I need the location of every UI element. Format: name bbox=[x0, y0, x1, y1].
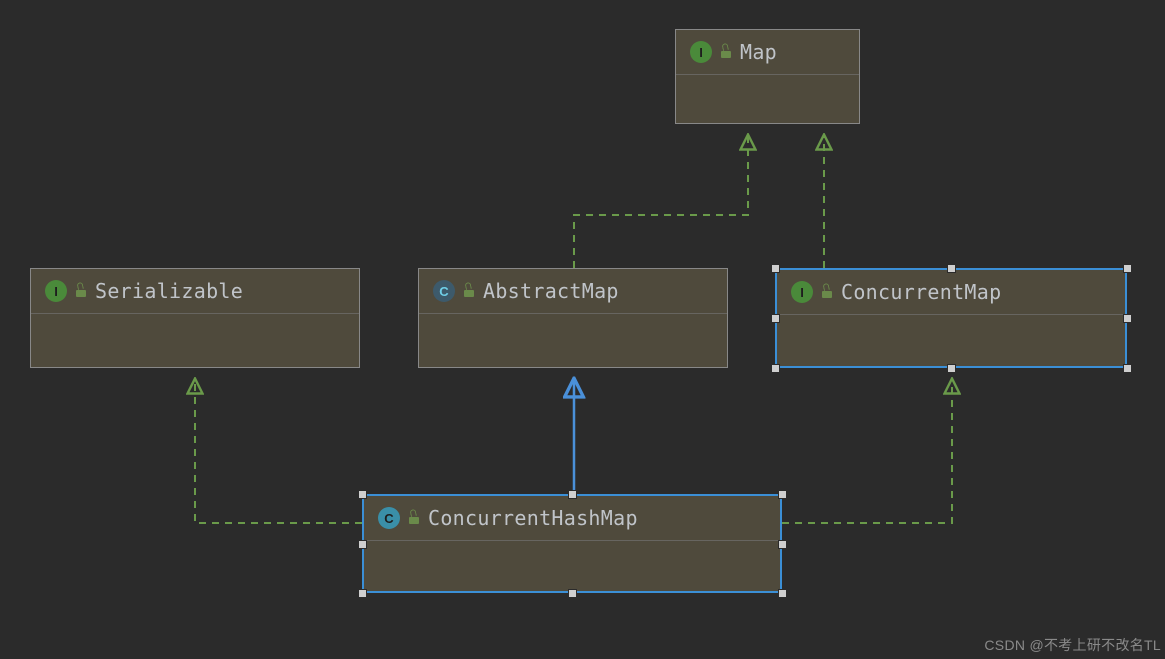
uml-name: ConcurrentHashMap bbox=[428, 506, 638, 530]
uml-box-chm[interactable]: C ConcurrentHashMap bbox=[362, 494, 782, 593]
unlocked-icon bbox=[821, 286, 833, 298]
selection-handle[interactable] bbox=[778, 589, 787, 598]
diagram-canvas[interactable]: I Map I Serializable C AbstractMap I Concurrent… bbox=[0, 0, 1165, 659]
selection-handle[interactable] bbox=[568, 589, 577, 598]
arrow-abstractmap-to-map[interactable] bbox=[574, 136, 748, 268]
uml-box-abstractmap[interactable]: C AbstractMap bbox=[418, 268, 728, 368]
uml-body bbox=[777, 315, 1125, 366]
uml-name: Map bbox=[740, 40, 777, 64]
selection-handle[interactable] bbox=[947, 364, 956, 373]
arrow-chm-to-serializable[interactable] bbox=[195, 380, 362, 523]
unlocked-icon bbox=[463, 285, 475, 297]
selection-handle[interactable] bbox=[771, 364, 780, 373]
uml-header: I Serializable bbox=[31, 269, 359, 314]
uml-body bbox=[31, 314, 359, 367]
interface-badge-icon: I bbox=[45, 280, 67, 302]
uml-body bbox=[419, 314, 727, 367]
unlocked-icon bbox=[720, 46, 732, 58]
uml-box-concurrentmap[interactable]: I ConcurrentMap bbox=[775, 268, 1127, 368]
selection-handle[interactable] bbox=[771, 264, 780, 273]
selection-handle[interactable] bbox=[771, 314, 780, 323]
watermark-text: CSDN @不考上研不改名TL bbox=[984, 635, 1161, 655]
uml-name: AbstractMap bbox=[483, 279, 619, 303]
uml-name: Serializable bbox=[95, 279, 243, 303]
arrow-chm-to-concurrentmap[interactable] bbox=[782, 380, 952, 523]
selection-handle[interactable] bbox=[358, 490, 367, 499]
interface-badge-icon: I bbox=[690, 41, 712, 63]
selection-handle[interactable] bbox=[358, 589, 367, 598]
uml-body bbox=[364, 541, 780, 591]
selection-handle[interactable] bbox=[568, 490, 577, 499]
selection-handle[interactable] bbox=[358, 540, 367, 549]
uml-body bbox=[676, 75, 859, 123]
uml-header: C AbstractMap bbox=[419, 269, 727, 314]
interface-badge-icon: I bbox=[791, 281, 813, 303]
selection-handle[interactable] bbox=[778, 490, 787, 499]
selection-handle[interactable] bbox=[1123, 314, 1132, 323]
uml-header: I ConcurrentMap bbox=[777, 270, 1125, 315]
selection-handle[interactable] bbox=[778, 540, 787, 549]
selection-handle[interactable] bbox=[1123, 364, 1132, 373]
selection-handle[interactable] bbox=[1123, 264, 1132, 273]
unlocked-icon bbox=[408, 512, 420, 524]
uml-box-serializable[interactable]: I Serializable bbox=[30, 268, 360, 368]
uml-box-map[interactable]: I Map bbox=[675, 29, 860, 124]
uml-name: ConcurrentMap bbox=[841, 280, 1001, 304]
uml-header: I Map bbox=[676, 30, 859, 75]
abstract-badge-icon: C bbox=[433, 280, 455, 302]
class-badge-icon: C bbox=[378, 507, 400, 529]
selection-handle[interactable] bbox=[947, 264, 956, 273]
unlocked-icon bbox=[75, 285, 87, 297]
uml-header: C ConcurrentHashMap bbox=[364, 496, 780, 541]
